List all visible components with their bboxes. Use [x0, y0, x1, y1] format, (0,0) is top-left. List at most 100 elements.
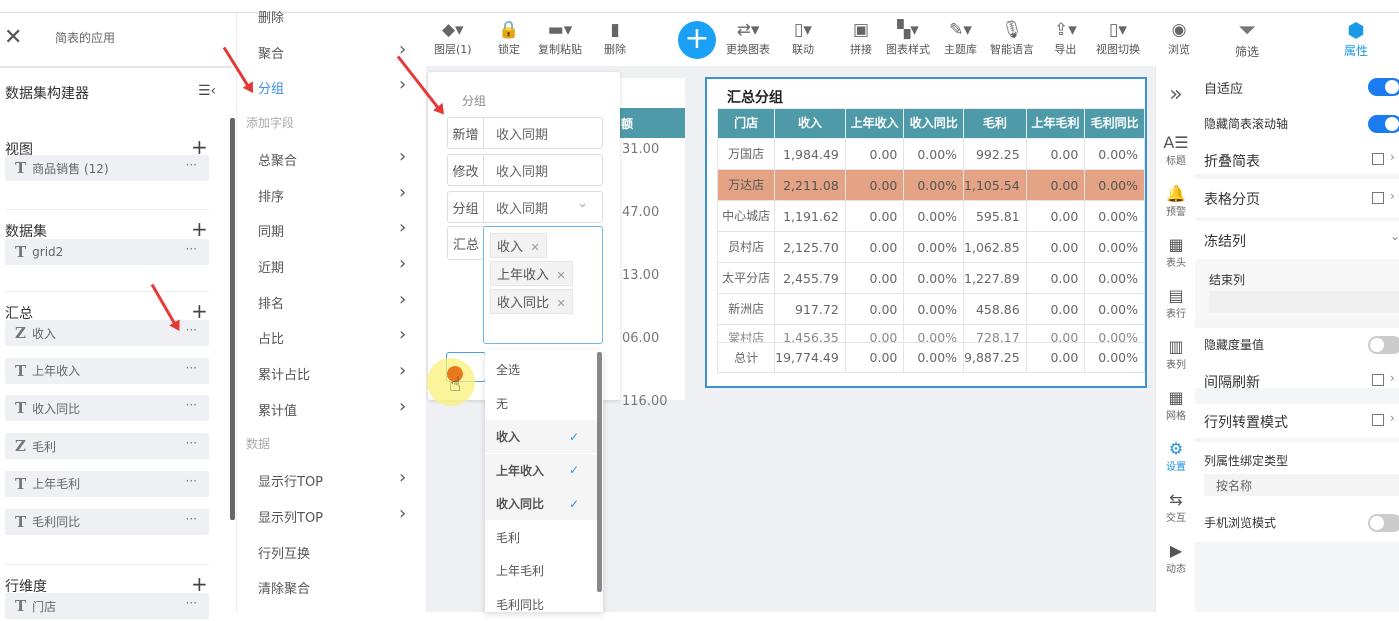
dropdown-option[interactable]: 无 [485, 387, 597, 420]
dropdown-option[interactable]: 毛利 [485, 521, 597, 554]
menu-item[interactable]: 分组 [258, 78, 284, 97]
field-item[interactable]: T 收入同比 ··· [5, 395, 209, 422]
summary-group-table[interactable]: 汇总分组 门店 收入 上年收入 收入同比 毛利 上年毛利 毛利同比 万国店 1,984.49 0.… [705, 77, 1147, 388]
field-item[interactable]: T 门店 ··· [5, 593, 209, 619]
summary-tags-input[interactable]: 收入 ✕ 上年收入 ✕ 收入同比 ✕ [483, 226, 603, 344]
close-icon[interactable]: ✕ [527, 241, 540, 254]
side-tab-6[interactable]: ⚙ 设置 [1156, 440, 1196, 474]
toolbar-layers-button[interactable]: ◆▾ 图层(1) [434, 19, 472, 57]
add-icon[interactable]: + [191, 137, 208, 157]
column-header[interactable]: 门店 [716, 108, 776, 139]
dropdown-option[interactable]: 毛利同比 [485, 588, 597, 621]
column-header[interactable]: 上年收入 [844, 108, 905, 139]
hide-scroll-toggle[interactable] [1368, 115, 1399, 133]
fold-checkbox[interactable] [1372, 153, 1384, 165]
side-tab-0[interactable]: A☰ 标题 [1156, 134, 1196, 168]
toolbar-trash-button[interactable]: ▮ 删除 [604, 19, 626, 57]
dropdown-scrollbar[interactable] [597, 352, 602, 592]
side-tab-8[interactable]: ▶ 动态 [1156, 542, 1196, 576]
chevron-right-icon[interactable]: › [1390, 150, 1395, 164]
toolbar-swap-chart-button[interactable]: ⇄▾ 更换图表 [726, 19, 770, 57]
row-input[interactable]: 收入同期 [484, 155, 602, 185]
more-icon[interactable]: ··· [186, 361, 197, 375]
menu-item[interactable]: 近期 [258, 257, 284, 276]
prop-freeze[interactable]: 冻结列 ⌄ [1195, 221, 1399, 259]
expand-icon[interactable]: » [1156, 82, 1196, 107]
menu-item[interactable]: 显示行TOP [258, 471, 323, 490]
more-icon[interactable]: ··· [186, 436, 197, 450]
chevron-right-icon[interactable]: › [1390, 371, 1395, 385]
side-tab-1[interactable]: 🔔 预警 [1156, 185, 1196, 219]
toolbar-merge-button[interactable]: ▣ 拼接 [850, 19, 872, 57]
side-tab-7[interactable]: ⇆ 交互 [1156, 491, 1196, 525]
dropdown-option[interactable]: 上年毛利 [485, 554, 597, 587]
dropdown-option[interactable]: 全选 [485, 353, 597, 386]
table-row[interactable]: 太平分店 2,455.79 0.00 0.00% 1,227.89 0.00 0.00% [716, 262, 1145, 294]
menu-item[interactable]: 占比 [258, 328, 284, 347]
close-icon[interactable]: ✕ [4, 25, 22, 50]
field-item[interactable]: T 上年毛利 ··· [5, 470, 209, 497]
menu-item[interactable]: 显示列TOP [258, 507, 323, 526]
menu-item[interactable]: 累计值 [258, 400, 297, 419]
column-header[interactable]: 毛利 [963, 108, 1027, 139]
field-item[interactable]: T 上年收入 ··· [5, 357, 209, 384]
end-col-select[interactable] [1209, 291, 1399, 313]
side-tab-3[interactable]: ▤ 表行 [1156, 287, 1196, 321]
menu-item[interactable]: 累计占比 [258, 364, 310, 383]
toolbar-mic-button[interactable]: 🎙 智能语言 [990, 19, 1034, 57]
table-row[interactable]: 棠村店 1,456.35 0.00 0.00% 728.17 0.00 0.00% [716, 324, 1145, 343]
summary-tag[interactable]: 收入 ✕ [490, 233, 547, 258]
side-tab-5[interactable]: ▦ 网格 [1156, 389, 1196, 423]
more-icon[interactable]: ··· [186, 596, 197, 610]
add-icon[interactable]: + [191, 574, 208, 594]
menu-item[interactable]: 排序 [258, 186, 284, 205]
close-icon[interactable]: ✕ [553, 269, 566, 282]
toolbar-link-button[interactable]: ▯▾ 联动 [792, 19, 814, 57]
chevron-down-icon[interactable]: ⌄ [1390, 229, 1399, 243]
field-item[interactable]: T 商品销售 (12) ··· [5, 155, 209, 181]
more-icon[interactable]: ··· [186, 398, 197, 412]
toolbar-brush-button[interactable]: ✎▾ 主题库 [944, 19, 977, 57]
toolbar-style-button[interactable]: ▚▾ 图表样式 [886, 19, 930, 57]
row-input[interactable]: 收入同期 [484, 118, 602, 148]
more-icon[interactable]: ··· [186, 242, 197, 256]
menu-item[interactable]: 同期 [258, 221, 284, 240]
summary-tag[interactable]: 收入同比 ✕ [490, 289, 573, 314]
hide-measure-toggle[interactable] [1368, 336, 1399, 354]
table-row[interactable]: 员村店 2,125.70 0.00 0.00% 1,062.85 0.00 0.00% [716, 231, 1145, 263]
menu-item[interactable]: 排名 [258, 293, 284, 312]
more-icon[interactable]: ··· [186, 158, 197, 172]
auto-fit-toggle[interactable] [1368, 78, 1399, 96]
column-header[interactable]: 收入 [774, 108, 846, 139]
field-item[interactable]: Z 毛利 ··· [5, 433, 209, 460]
add-button[interactable]: + [678, 21, 716, 59]
table-row[interactable]: 中心城店 1,191.62 0.00 0.00% 595.81 0.00 0.00% [716, 200, 1145, 232]
field-item[interactable]: Tgrid2 ··· [5, 239, 209, 265]
collapse-icon[interactable]: ☰‹ [198, 83, 216, 99]
add-icon[interactable]: + [191, 301, 208, 321]
table-row[interactable]: 万国店 1,984.49 0.00 0.00% 992.25 0.00 0.00% [716, 138, 1145, 170]
field-item[interactable]: T 毛利同比 ··· [5, 508, 209, 535]
more-icon[interactable]: ··· [186, 512, 197, 526]
side-tab-4[interactable]: ▥ 表列 [1156, 338, 1196, 372]
toolbar-lock-button[interactable]: 🔒 锁定 [498, 19, 520, 57]
toolbar-copy-button[interactable]: ▬▾ 复制粘贴 [538, 19, 582, 57]
dropdown-option[interactable]: 收入 ✓ [485, 420, 597, 453]
toolbar-export-button[interactable]: ⇪▾ 导出 [1054, 19, 1077, 57]
menu-item[interactable]: 聚合 [258, 43, 284, 62]
tab-filter[interactable]: ⏷ 筛选 [1235, 18, 1259, 60]
side-tab-2[interactable]: ▦ 表头 [1156, 236, 1196, 270]
dropdown-option[interactable]: 上年收入 ✓ [485, 453, 597, 487]
chevron-right-icon[interactable]: › [1390, 189, 1395, 203]
tab-properties[interactable]: ⬢ 属性 [1344, 18, 1368, 59]
table-row[interactable]: 新洲店 917.72 0.00 0.00% 458.86 0.00 0.00% [716, 293, 1145, 325]
mobile-mode-toggle[interactable] [1368, 514, 1399, 532]
summary-tag[interactable]: 上年收入 ✕ [490, 261, 573, 286]
add-icon[interactable]: + [191, 219, 208, 239]
table-row[interactable]: 万达店 2,211.08 0.00 0.00% 1,105.54 0.00 0.00% [716, 169, 1145, 201]
paging-checkbox[interactable] [1372, 192, 1384, 204]
left-scrollbar[interactable] [230, 118, 235, 520]
column-header[interactable]: 收入同比 [903, 108, 965, 139]
more-icon[interactable]: ··· [186, 323, 197, 337]
menu-item[interactable]: 总聚合 [258, 150, 297, 169]
